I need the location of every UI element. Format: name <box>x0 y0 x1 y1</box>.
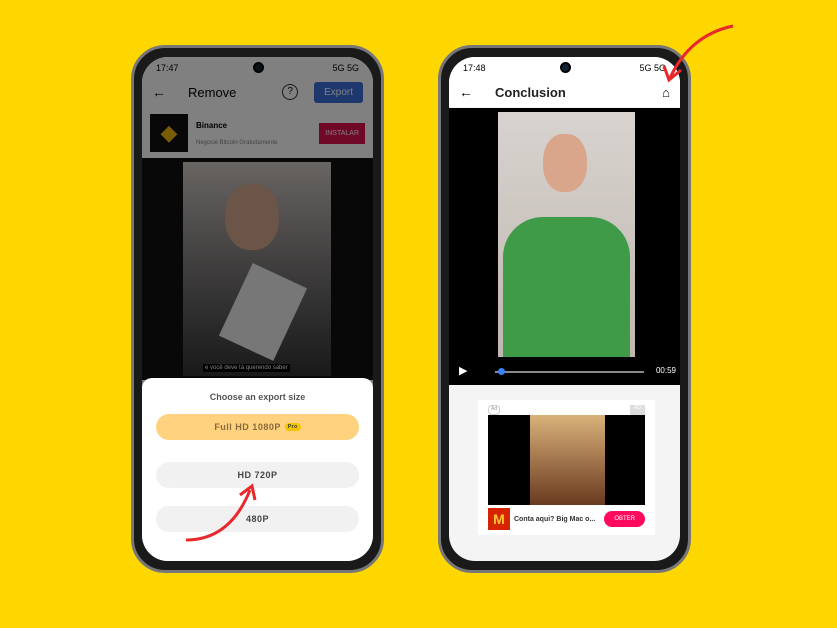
seek-bar[interactable] <box>495 368 644 375</box>
back-arrow-icon[interactable]: ← <box>459 84 473 100</box>
help-icon[interactable]: ? <box>282 84 299 100</box>
export-button[interactable]: Export <box>314 81 363 103</box>
binance-logo: ◆ <box>150 114 188 152</box>
signal-icons: 5G 5G <box>332 63 359 73</box>
ad-subtitle: Negocie Bitcoin Gratuitamente <box>196 139 278 146</box>
export-size-sheet: Choose an export size Full HD 1080P Pro H… <box>142 378 373 561</box>
video-caption: e você deve tá querendo saber <box>203 364 290 372</box>
video-frame[interactable] <box>498 112 635 357</box>
ad-title: Binance <box>196 120 228 130</box>
ad-badge: Ad <box>488 405 501 415</box>
ad-card[interactable]: Ad AD M Conta aqui? Big Mac o... OBTER <box>478 400 655 535</box>
option-480p[interactable]: 480P <box>156 506 359 532</box>
seek-thumb[interactable] <box>497 368 505 375</box>
install-button[interactable]: INSTALAR <box>319 122 365 144</box>
video-area: e você deve tá querendo saber <box>142 158 373 380</box>
camera <box>252 62 264 73</box>
page-title: Conclusion <box>495 84 566 100</box>
header: ← Conclusion ⌂ <box>449 79 680 105</box>
annotation-arrows <box>185 24 734 542</box>
page-title: Remove <box>188 84 237 100</box>
header: ← Remove ? Export <box>142 79 373 105</box>
video-player: ▶ 00:59 <box>449 108 680 385</box>
home-icon[interactable]: ⌂ <box>662 85 670 100</box>
phone-right: 17:48 5G 5G ← Conclusion ⌂ ▶ 00:59 Ad AD M… <box>438 45 691 573</box>
option-1080p[interactable]: Full HD 1080P Pro <box>156 414 359 440</box>
sheet-title: Choose an export size <box>209 392 306 402</box>
phone-left: 17:47 5G 5G ← Remove ? Export ◆ Binance Ne… <box>131 45 384 573</box>
ad-media[interactable] <box>488 415 645 505</box>
video-frame: e você deve tá querendo saber <box>183 162 331 376</box>
obter-button[interactable]: OBTER <box>604 511 645 527</box>
mcdonalds-logo: M <box>488 508 510 530</box>
ad-banner[interactable]: ◆ Binance Negocie Bitcoin Gratuitamente I… <box>142 109 373 157</box>
pro-badge: Pro <box>284 423 301 431</box>
camera <box>559 62 571 73</box>
screen-left: 17:47 5G 5G ← Remove ? Export ◆ Binance Ne… <box>142 57 373 561</box>
signal-icons: 5G 5G <box>639 63 666 73</box>
duration: 00:59 <box>655 366 676 375</box>
back-arrow-icon[interactable]: ← <box>152 84 166 100</box>
play-icon[interactable]: ▶ <box>459 364 467 377</box>
screen-right: 17:48 5G 5G ← Conclusion ⌂ ▶ 00:59 Ad AD M… <box>449 57 680 561</box>
option-720p[interactable]: HD 720P <box>156 462 359 488</box>
